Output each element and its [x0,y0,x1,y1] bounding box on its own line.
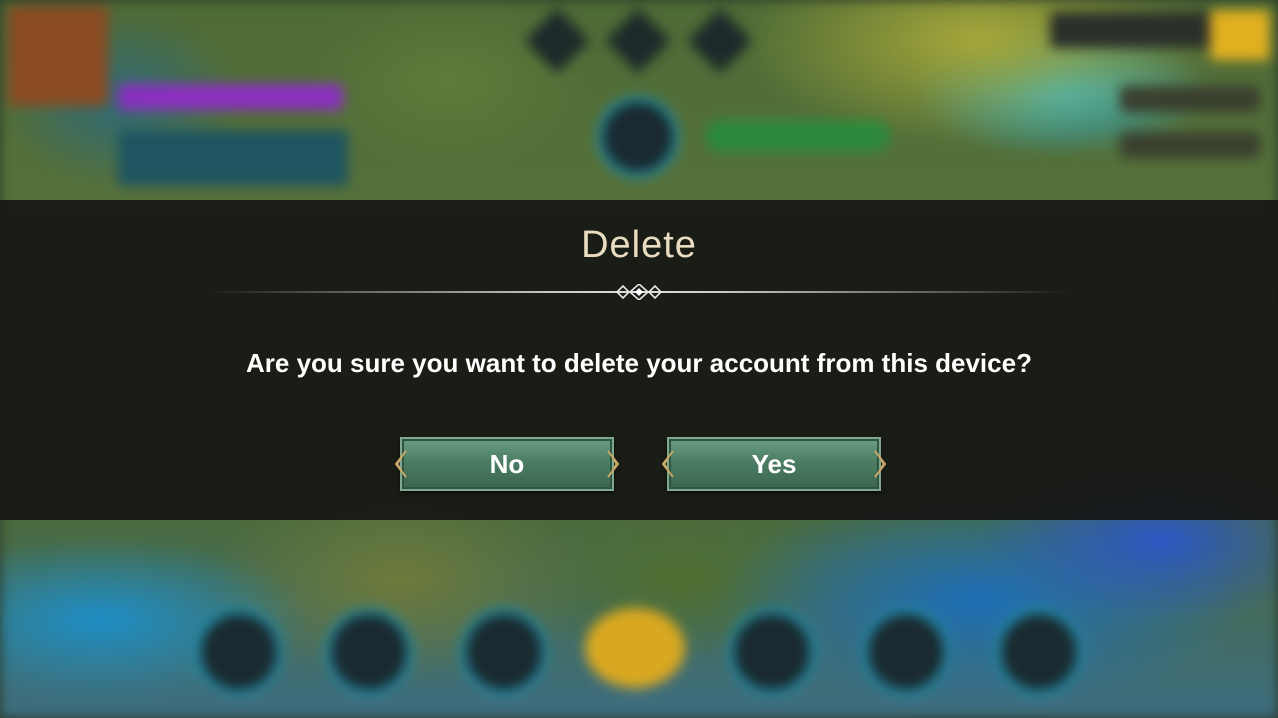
bottom-nav-circle-5 [728,608,816,696]
no-button[interactable]: No [394,437,620,491]
bottom-nav-circle-7 [995,608,1083,696]
bottom-nav-circle-1 [195,608,283,696]
bottom-nav-gold-icon [585,608,685,688]
player-level-bar [118,84,343,110]
chevron-right-icon [607,450,620,478]
resource-bar-3 [1120,132,1260,158]
delete-account-dialog: Delete Are you sure you want to delete y… [0,200,1278,520]
diamond-ornament-icon [615,284,663,300]
resource-bar-2 [1120,86,1260,112]
chevron-right-icon [874,450,887,478]
no-button-label: No [489,449,525,479]
gem-offer-panel [118,130,348,186]
bottom-nav-circle-2 [325,608,413,696]
bottom-nav-circle-3 [460,608,548,696]
yes-button[interactable]: Yes [661,437,887,491]
collect-button-bg [705,120,890,152]
confirmation-message: Are you sure you want to delete your acc… [246,348,1032,378]
player-avatar [8,6,108,106]
chevron-left-icon [661,450,674,478]
map-marker-circle [597,96,679,178]
title-divider [210,284,1068,300]
bottom-nav-circle-6 [862,608,950,696]
chevron-left-icon [394,450,407,478]
dialog-title: Delete [581,224,697,266]
yes-button-label: Yes [751,449,797,479]
gold-pile-icon [1210,10,1270,60]
